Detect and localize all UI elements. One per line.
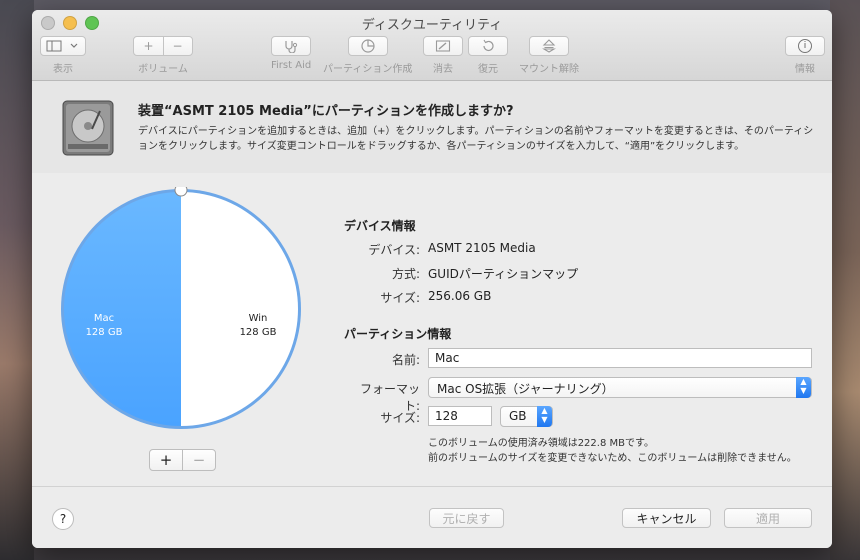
partition-button[interactable] bbox=[347, 36, 388, 56]
format-select-arrows-icon: ▲ ▼ bbox=[796, 377, 811, 398]
format-select[interactable]: Mac OS拡張（ジャーナリング） ▲ ▼ bbox=[428, 377, 812, 398]
dialog-title: 装置“ASMT 2105 Media”にパーティションを作成しますか? bbox=[138, 104, 514, 119]
partition-mac-size: 128 GB bbox=[86, 327, 123, 338]
partition-add-remove: + − bbox=[149, 449, 216, 471]
info-button[interactable]: i bbox=[785, 36, 825, 56]
view-button[interactable] bbox=[40, 36, 86, 56]
toolbar-info: i 情報 bbox=[785, 36, 825, 75]
delete-note: 前のボリュームのサイズを変更できないため、このボリュームは削除できません。 bbox=[428, 453, 797, 464]
partition-win-size: 128 GB bbox=[240, 327, 277, 338]
add-partition-button[interactable]: + bbox=[150, 450, 182, 470]
revert-button[interactable]: 元に戻す bbox=[429, 508, 504, 528]
dialog-description: デバイスにパーティションを追加するときは、追加（+）をクリックします。パーティシ… bbox=[138, 126, 814, 152]
scheme-value: GUIDパーティションマップ bbox=[428, 267, 579, 281]
format-select-value: Mac OS拡張（ジャーナリング） bbox=[437, 382, 614, 396]
apply-button[interactable]: 適用 bbox=[724, 508, 812, 528]
volume-label: ボリューム bbox=[138, 64, 188, 75]
unmount-button[interactable] bbox=[529, 36, 569, 56]
desktop-wallpaper-right bbox=[830, 0, 860, 560]
unit-select-value: GB bbox=[509, 409, 527, 423]
toolbar-first-aid: First Aid bbox=[271, 36, 311, 71]
device-size-value: 256.06 GB bbox=[428, 289, 492, 303]
volume-segment: + − bbox=[133, 36, 193, 56]
name-label: 名前: bbox=[391, 353, 420, 367]
disk-utility-window: ディスクユーティリティ 表示 + − ボリューム First Aid パーティシ… bbox=[32, 10, 832, 548]
dialog-footer: ? 元に戻す キャンセル 適用 bbox=[32, 486, 832, 548]
add-volume-button[interactable]: + bbox=[135, 37, 163, 55]
desktop-wallpaper-left bbox=[0, 0, 34, 560]
scheme-label: 方式: bbox=[391, 267, 420, 281]
erase-pencil-icon bbox=[435, 40, 451, 52]
partition-slice-mac[interactable] bbox=[64, 192, 181, 426]
partition-size-input[interactable]: 128 bbox=[428, 406, 492, 426]
hard-disk-icon bbox=[62, 100, 114, 156]
unit-select[interactable]: GB ▲ ▼ bbox=[500, 406, 553, 427]
partition-info-heading: パーティション情報 bbox=[344, 327, 452, 341]
toolbar-unmount: マウント解除 bbox=[519, 36, 579, 75]
device-info-heading: デバイス情報 bbox=[344, 219, 416, 233]
dialog-header: 装置“ASMT 2105 Media”にパーティションを作成しますか? デバイス… bbox=[32, 81, 832, 174]
device-size-label: サイズ: bbox=[380, 291, 420, 305]
partition-pie-icon bbox=[361, 39, 375, 53]
partition-win-name: Win bbox=[249, 313, 268, 324]
toolbar-view: 表示 bbox=[40, 36, 86, 75]
window-title: ディスクユーティリティ bbox=[361, 18, 503, 33]
erase-label: 消去 bbox=[433, 64, 453, 75]
partition-content: Mac 128 GB Win 128 GB + − デバイス情報 デバイス: A… bbox=[32, 173, 832, 485]
sidebar-icon bbox=[46, 40, 78, 52]
stethoscope-icon bbox=[285, 41, 298, 53]
restore-button[interactable] bbox=[468, 36, 508, 56]
toolbar-restore: 復元 bbox=[468, 36, 508, 75]
partition-slice-win[interactable] bbox=[181, 192, 298, 426]
toolbar-volume: + − ボリューム bbox=[133, 36, 193, 75]
eject-icon bbox=[542, 39, 556, 53]
toolbar-partition: パーティション作成 bbox=[323, 36, 412, 75]
unit-select-arrows-icon: ▲ ▼ bbox=[537, 406, 552, 427]
toolbar-erase: 消去 bbox=[423, 36, 463, 75]
device-value: ASMT 2105 Media bbox=[428, 241, 536, 255]
remove-partition-button[interactable]: − bbox=[182, 450, 215, 470]
cancel-button[interactable]: キャンセル bbox=[622, 508, 711, 528]
usage-note: このボリュームの使用済み領域は222.8 MBです。 bbox=[428, 438, 654, 449]
unmount-label: マウント解除 bbox=[519, 64, 579, 75]
first-aid-label: First Aid bbox=[271, 60, 312, 71]
restore-label: 復元 bbox=[478, 64, 498, 75]
help-button[interactable]: ? bbox=[52, 508, 74, 530]
partition-mac-name: Mac bbox=[94, 313, 114, 324]
partition-name-input[interactable]: Mac bbox=[428, 348, 812, 368]
remove-volume-button[interactable]: − bbox=[162, 37, 192, 55]
info-icon: i bbox=[798, 39, 812, 53]
resize-handle[interactable] bbox=[174, 187, 188, 197]
partition-pie-chart[interactable]: Mac 128 GB Win 128 GB bbox=[59, 187, 305, 433]
partition-label: パーティション作成 bbox=[323, 64, 413, 75]
titlebar: ディスクユーティリティ 表示 + − ボリューム First Aid パーティシ… bbox=[32, 10, 832, 81]
first-aid-button[interactable] bbox=[271, 36, 312, 56]
device-label: デバイス: bbox=[368, 243, 420, 257]
info-label: 情報 bbox=[795, 64, 815, 75]
restore-arrow-icon bbox=[483, 39, 494, 52]
view-label: 表示 bbox=[53, 64, 73, 75]
partition-size-label: サイズ: bbox=[380, 411, 420, 425]
erase-button[interactable] bbox=[423, 36, 463, 56]
